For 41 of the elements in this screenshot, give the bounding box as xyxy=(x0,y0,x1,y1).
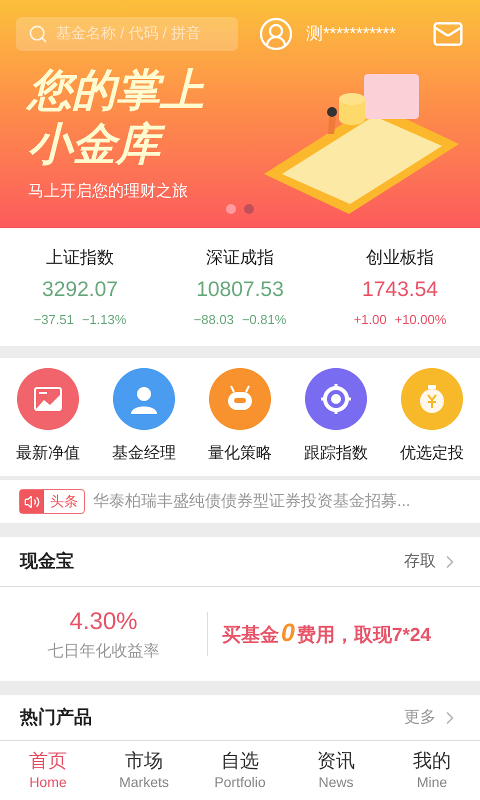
user-avatar-icon[interactable] xyxy=(258,16,294,52)
section-title: 热门产品 xyxy=(20,706,92,729)
promo-text: 买基金0费用，取现7*24 xyxy=(222,618,432,650)
index-card[interactable]: 上证指数 3292.07 −37.51 −1.13% xyxy=(0,244,160,330)
index-card[interactable]: 深证成指 10807.53 −88.03 −0.81% xyxy=(160,244,320,330)
index-percent: −1.13% xyxy=(82,310,126,329)
shortcut-button[interactable]: 最新净值 xyxy=(16,368,80,466)
news-headline: 华泰柏瑞丰盛纯债债券型证券投资基金招募... xyxy=(93,492,410,512)
index-value: 10807.53 xyxy=(196,277,284,304)
index-name: 上证指数 xyxy=(46,246,114,269)
shortcut-button[interactable]: 量化策略 xyxy=(208,368,272,466)
yield-rate: 4.30% xyxy=(69,607,138,637)
index-change: −88.03 xyxy=(194,310,234,329)
target-icon xyxy=(319,382,353,416)
index-value: 1743.54 xyxy=(362,277,438,304)
index-change: +1.00 xyxy=(354,310,387,329)
index-name: 深证成指 xyxy=(206,246,274,269)
nav-tab[interactable]: 自选 Portfolio xyxy=(192,750,288,792)
index-change: −37.51 xyxy=(34,310,74,329)
nav-tab[interactable]: 我的 Mine xyxy=(384,750,480,792)
index-name: 创业板指 xyxy=(366,246,434,269)
shortcut-button[interactable]: 跟踪指数 xyxy=(304,368,368,466)
speaker-icon xyxy=(24,494,40,510)
banner-subtitle: 马上开启您的理财之旅 xyxy=(28,182,189,202)
index-card[interactable]: 创业板指 1743.54 +1.00 +10.00% xyxy=(320,244,480,330)
index-percent: +10.00% xyxy=(394,310,446,329)
banner-headline: 小金库 xyxy=(28,118,204,172)
section-title: 现金宝 xyxy=(20,550,74,573)
shortcut-button[interactable]: 基金经理 xyxy=(112,368,176,466)
username: 测*********** xyxy=(306,23,396,46)
search-placeholder: 基金名称 / 代码 / 拼音 xyxy=(56,24,202,44)
deposit-withdraw-link[interactable]: 存取 xyxy=(404,550,460,574)
banner-headline: 您的掌上 xyxy=(28,64,204,118)
index-percent: −0.81% xyxy=(242,310,286,329)
yield-label: 七日年化收益率 xyxy=(48,642,160,662)
nav-tab[interactable]: 资讯 News xyxy=(288,750,384,792)
nav-tab[interactable]: 首页 Home xyxy=(0,750,96,792)
search-icon xyxy=(28,24,48,44)
nav-tab[interactable]: 市场 Markets xyxy=(96,750,192,792)
index-value: 3292.07 xyxy=(42,277,118,304)
shortcut-button[interactable]: 优选定投 xyxy=(400,368,464,466)
